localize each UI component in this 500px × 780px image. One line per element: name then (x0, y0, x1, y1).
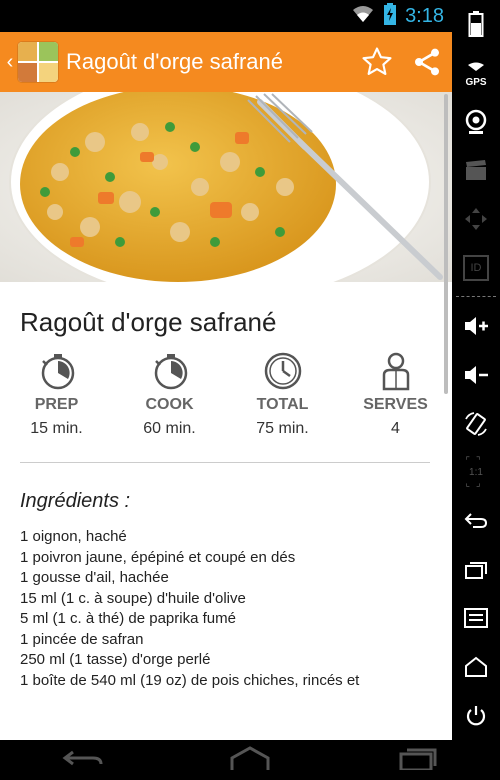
id-icon: ID (463, 254, 489, 281)
list-item: 15 ml (1 c. à soupe) d'huile d'olive (20, 589, 246, 607)
ingredients-list: 1 oignon, haché 1 poivron jaune, épépiné… (20, 527, 430, 691)
battery-icon (468, 11, 484, 38)
list-item: 1 boîte de 540 ml (19 oz) de pois chiche… (20, 671, 360, 689)
back-chevron-icon[interactable]: ‹ (2, 51, 18, 74)
clock-icon (226, 350, 339, 392)
clapperboard-icon (466, 160, 486, 181)
scale-button[interactable]: ⌜⌝ 1:1 ⌞⌟ (452, 448, 500, 497)
back-icon (464, 513, 488, 528)
video-button[interactable] (452, 146, 500, 195)
volume-down-icon (465, 365, 488, 384)
gps-label: GPS (465, 76, 487, 88)
wifi-icon (351, 4, 375, 29)
list-item: 1 poivron jaune, épépiné et coupé en dés (20, 548, 296, 566)
status-clock: 3:18 (405, 4, 444, 27)
recipe-stats: PREP 15 min. COOK 60 min. TOTAL 75 min. … (0, 350, 452, 440)
power-button[interactable] (452, 691, 500, 740)
stopwatch-icon (113, 350, 226, 392)
recipe-title: Ragoût d'orge safrané (20, 307, 277, 337)
status-bar: 3:18 (0, 0, 452, 32)
home-icon (465, 656, 487, 677)
menu-icon (464, 608, 488, 629)
nav-back-icon[interactable] (59, 746, 107, 775)
favorite-button[interactable] (352, 37, 402, 87)
scrollbar[interactable] (444, 94, 448, 394)
rotate-screen-icon (465, 411, 487, 436)
volume-up-icon (465, 317, 488, 336)
emulator-sidebar: GPS ID ⌜⌝ 1:1 ⌞⌟ (452, 0, 500, 740)
share-icon (415, 48, 439, 76)
divider (20, 462, 430, 463)
device-id-button[interactable]: ID (452, 243, 500, 292)
status-icons: 3:18 (351, 2, 444, 30)
person-icon (339, 350, 452, 392)
list-item: 1 pincée de safran (20, 630, 144, 648)
volume-up-button[interactable] (452, 302, 500, 351)
dpad-icon (465, 208, 487, 231)
share-button[interactable] (402, 37, 452, 87)
wifi-signal-icon (468, 62, 484, 71)
volume-down-button[interactable] (452, 351, 500, 400)
recipe-details: Ragoût d'orge safrané PREP 15 min. COOK … (0, 282, 452, 740)
dpad-button[interactable] (452, 195, 500, 244)
list-item: 1 gousse d'ail, hachée (20, 569, 169, 586)
nav-recents-icon[interactable] (393, 746, 441, 775)
system-nav-bar (0, 740, 500, 780)
battery-icon (383, 2, 397, 30)
app-screen: ‹ Ragoût d'orge safrané Ragoût d'orge sa… (0, 32, 452, 740)
rotate-button[interactable] (452, 399, 500, 448)
back-button[interactable] (452, 497, 500, 546)
recent-apps-icon (465, 561, 487, 579)
menu-button[interactable] (452, 594, 500, 643)
stat-total: TOTAL 75 min. (226, 350, 339, 440)
stat-prep: PREP 15 min. (0, 350, 113, 440)
action-bar: ‹ Ragoût d'orge safrané (0, 32, 452, 92)
recent-apps-button[interactable] (452, 545, 500, 594)
stat-cook: COOK 60 min. (113, 350, 226, 440)
webcam-button[interactable] (452, 97, 500, 146)
list-item: 250 ml (1 tasse) d'orge perlé (20, 651, 211, 668)
nav-home-icon[interactable] (226, 745, 274, 775)
scale-icon: ⌜⌝ 1:1 ⌞⌟ (465, 455, 487, 489)
list-item: 5 ml (1 c. à thé) de paprika fumé (20, 610, 236, 627)
ingredients-heading: Ingrédients : (20, 490, 131, 512)
list-item: 1 oignon, haché (20, 528, 127, 545)
stat-serves: SERVES 4 (339, 350, 452, 440)
sidebar-divider (456, 296, 496, 298)
action-bar-title: Ragoût d'orge safrané (66, 49, 284, 74)
stopwatch-icon (0, 350, 113, 392)
gps-button[interactable]: GPS (452, 49, 500, 98)
recipe-photo (0, 92, 452, 282)
power-icon (466, 705, 486, 725)
app-logo[interactable] (18, 42, 58, 82)
battery-button[interactable] (452, 0, 500, 49)
home-button[interactable] (452, 643, 500, 692)
webcam-icon (465, 109, 487, 134)
star-icon (362, 47, 392, 75)
